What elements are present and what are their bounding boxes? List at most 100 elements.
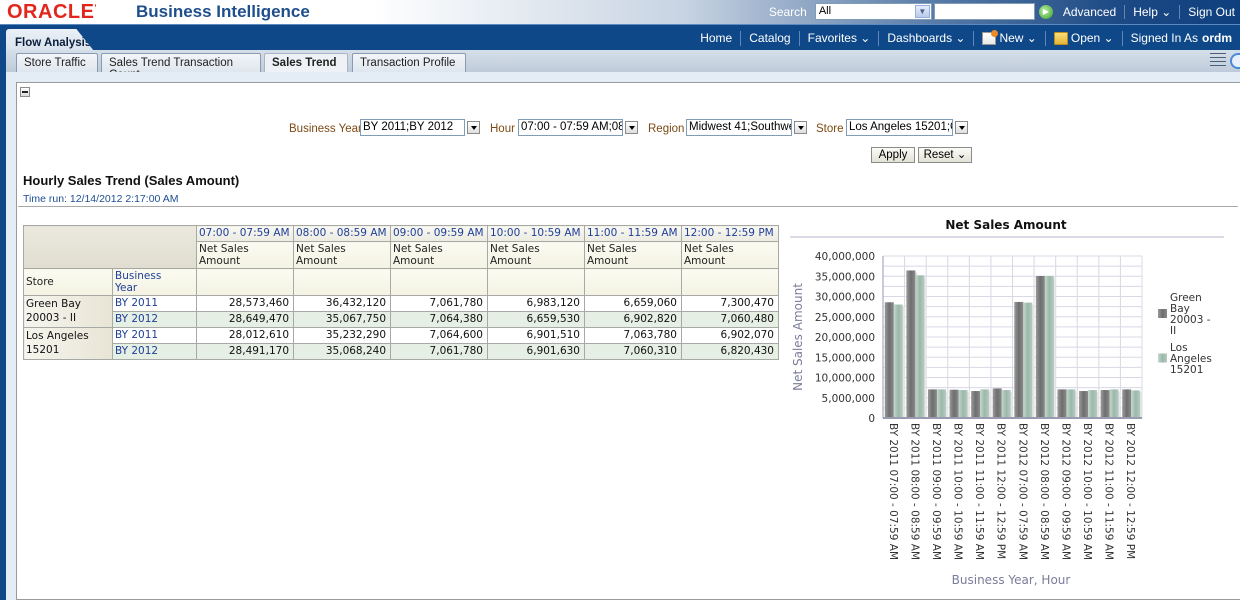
tab-transaction-profile[interactable]: Transaction Profile (352, 53, 466, 72)
column-header-hour[interactable]: 11:00 - 11:59 AM (584, 225, 682, 242)
nav-home[interactable]: Home (692, 31, 740, 46)
x-axis: BY 2011 07:00 - 07:59 AM BY 2011 08:00 - … (883, 417, 1142, 560)
measure-line1: Net Sales (393, 243, 443, 255)
store-dropdown-icon[interactable] (955, 121, 968, 134)
measure-line2: Amount (199, 255, 241, 267)
bar (1109, 389, 1119, 418)
bar (958, 390, 968, 418)
advanced-link[interactable]: Advanced (1063, 5, 1124, 19)
bar (915, 275, 925, 418)
year-cell[interactable]: BY 2012 (112, 343, 197, 360)
sign-out-link[interactable]: Sign Out (1179, 4, 1240, 19)
hour-input[interactable]: 07:00 - 07:59 AM;08 (518, 119, 623, 136)
pivot-table: 07:00 - 07:59 AM 08:00 - 08:59 AM 09:00 … (23, 225, 779, 360)
legend-swatch (1158, 309, 1167, 318)
search-go-icon[interactable]: ▶ (1038, 4, 1053, 19)
bar (1014, 301, 1024, 418)
help-menu[interactable]: Help ⌄ (1124, 4, 1179, 19)
measure-line1: Net Sales (684, 243, 734, 255)
value-cell: 6,983,120 (487, 295, 585, 312)
nav-open[interactable]: Open ⌄ (1044, 31, 1122, 46)
reset-button[interactable]: Reset ⌄ (918, 147, 972, 163)
collapse-section-icon[interactable] (20, 87, 30, 97)
business-year-input[interactable]: BY 2011;BY 2012 (360, 119, 465, 136)
y-axis-label: Net Sales Amount (791, 283, 805, 391)
value-cell: 7,064,380 (390, 311, 488, 328)
nav-open-label: Open ⌄ (1070, 31, 1114, 45)
bar (1035, 275, 1045, 418)
search-scope-select[interactable]: All ▼ (814, 3, 932, 20)
value-cell: 7,060,480 (681, 311, 779, 328)
value-cell: 28,573,460 (196, 295, 294, 312)
tab-sales-trend[interactable]: Sales Trend (264, 53, 348, 73)
y-axis: 0 5,000,000 10,000,000 15,000,000 20,000,000… (815, 251, 884, 425)
x-tick-label: BY 2011 08:00 - 08:59 AM (908, 423, 920, 560)
chart-legend: GreenBay20003 -IILosAngeles15201 (1158, 292, 1212, 376)
y-tick-label: 0 (868, 413, 875, 425)
year-header-line2: Year (115, 282, 138, 294)
store-input[interactable]: Los Angeles 15201;G (846, 119, 953, 136)
hour-dropdown-icon[interactable] (625, 121, 638, 134)
empty-header-cell (196, 268, 294, 296)
column-header-hour[interactable]: 08:00 - 08:59 AM (293, 225, 391, 242)
new-document-icon (982, 30, 999, 45)
bar (927, 389, 937, 418)
bar (1088, 390, 1098, 418)
x-tick-label: BY 2012 11:00 - 11:59 AM (1103, 423, 1115, 560)
apply-button[interactable]: Apply (871, 147, 915, 163)
nav-favorites[interactable]: Favorites ⌄ (798, 31, 879, 46)
value-cell: 7,061,780 (390, 295, 488, 312)
column-header-hour[interactable]: 12:00 - 12:59 PM (681, 225, 779, 242)
value-cell: 35,067,750 (293, 311, 391, 328)
chart-title-rule (790, 236, 1224, 238)
business-year-header[interactable]: Business Year (112, 268, 197, 296)
year-cell[interactable]: BY 2011 (112, 327, 197, 344)
region-dropdown-icon[interactable] (794, 121, 807, 134)
time-run: Time run: 12/14/2012 2:17:00 AM (23, 193, 179, 205)
tab-sales-trend-transaction-count[interactable]: Sales Trend Transaction Count (101, 53, 261, 81)
business-year-label: Business Year (289, 123, 362, 135)
measure-line2: Amount (393, 255, 435, 267)
year-cell[interactable]: BY 2011 (112, 295, 197, 312)
measure-line1: Net Sales (199, 243, 249, 255)
nav-dashboards[interactable]: Dashboards ⌄ (878, 31, 973, 46)
value-cell: 6,659,060 (584, 295, 682, 312)
measure-line2: Amount (587, 255, 629, 267)
nav-new[interactable]: New ⌄ (973, 30, 1044, 46)
store-label: Store (816, 123, 844, 135)
tab-store-traffic[interactable]: Store Traffic (16, 53, 98, 72)
dashboard-tab-flow-analysis[interactable]: Flow Analysis (6, 29, 94, 51)
column-header-hour[interactable]: 10:00 - 10:59 AM (487, 225, 585, 242)
nav-catalog[interactable]: Catalog (740, 31, 798, 46)
measure-line1: Net Sales (587, 243, 637, 255)
signed-in-label: Signed In As (1130, 31, 1198, 45)
value-cell: 6,902,820 (584, 311, 682, 328)
business-year-dropdown-icon[interactable] (467, 121, 480, 134)
page-options-icon[interactable] (1210, 53, 1226, 67)
year-cell[interactable]: BY 2012 (112, 311, 197, 328)
x-tick-label: BY 2011 07:00 - 07:59 AM (887, 423, 899, 560)
bar (906, 270, 916, 418)
column-header-hour[interactable]: 07:00 - 07:59 AM (196, 225, 294, 242)
bar (949, 389, 959, 418)
x-axis-label: Business Year, Hour (952, 573, 1071, 587)
search-scope-value: All (818, 5, 832, 17)
global-navbar: Flow Analysis Home Catalog Favorites ⌄ D… (0, 24, 1240, 51)
x-tick-label: BY 2011 12:00 - 12:59 PM (995, 423, 1007, 559)
search-input[interactable] (933, 3, 1035, 20)
hour-label: Hour (490, 123, 515, 135)
legend-swatch (1158, 353, 1167, 363)
bar (1066, 389, 1076, 418)
y-tick-label: 25,000,000 (815, 312, 875, 324)
table-row: BY 2012 28,491,170 35,068,240 7,061,780 … (24, 343, 779, 360)
bar (1122, 389, 1132, 418)
chevron-down-icon[interactable]: ▼ (914, 5, 930, 18)
bar (1079, 391, 1089, 418)
bar (1057, 389, 1067, 418)
signed-in-as[interactable]: Signed In As ordm (1121, 31, 1240, 46)
region-input[interactable]: Midwest 41;Southwes (686, 119, 792, 136)
y-tick-label: 35,000,000 (815, 271, 875, 283)
column-header-hour[interactable]: 09:00 - 09:59 AM (390, 225, 488, 242)
help-circle-icon[interactable] (1230, 53, 1240, 69)
x-tick-label: BY 2011 10:00 - 10:59 AM (952, 423, 964, 560)
